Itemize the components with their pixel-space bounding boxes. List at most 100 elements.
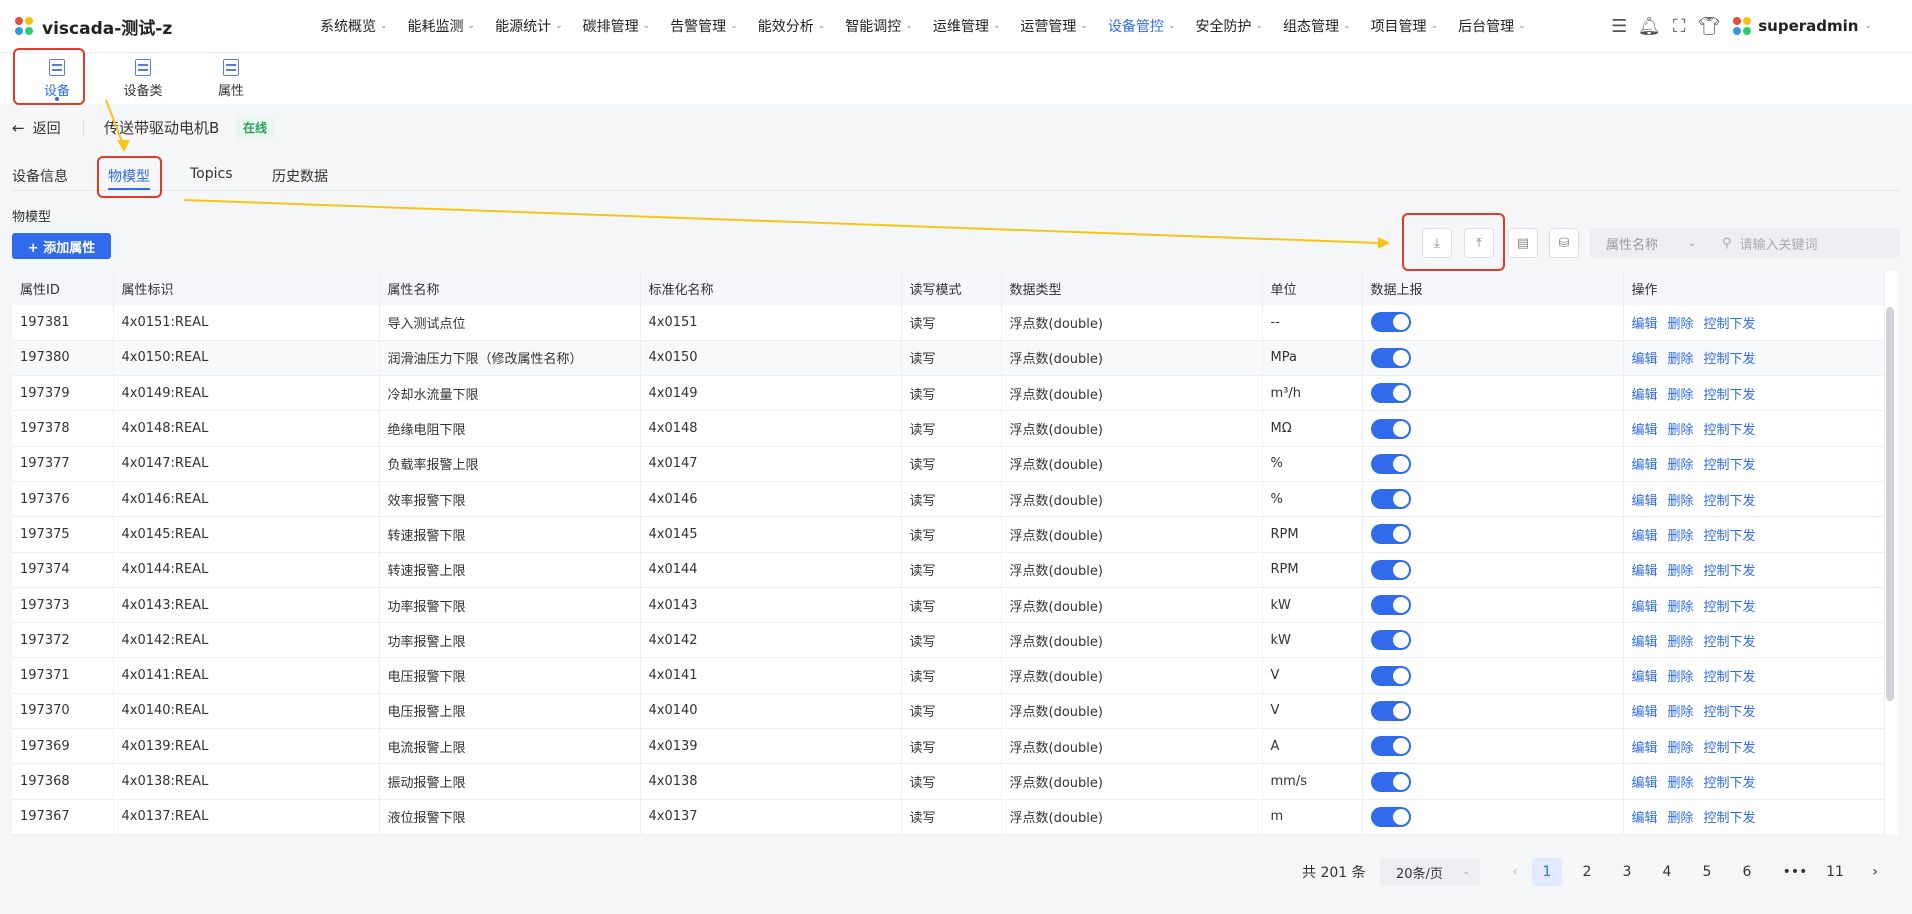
delete-link[interactable]: 删除 <box>1668 564 1694 579</box>
table-row[interactable]: 197374 4x0144:REAL 转速报警上限 4x0144 读写 浮点数(doubl… <box>12 552 1885 588</box>
attribute-filter-select[interactable]: 属性名称 ⌄ <box>1590 228 1708 258</box>
delete-link[interactable]: 删除 <box>1668 741 1694 756</box>
page-button[interactable]: 4 <box>1652 858 1682 886</box>
edit-link[interactable]: 编辑 <box>1632 741 1658 756</box>
back-button[interactable]: ← 返回 <box>12 118 61 138</box>
delete-link[interactable]: 删除 <box>1668 388 1694 403</box>
control-issue-link[interactable]: 控制下发 <box>1704 458 1756 473</box>
delete-link[interactable]: 删除 <box>1668 600 1694 615</box>
edit-link[interactable]: 编辑 <box>1632 564 1658 579</box>
page-ellipsis[interactable]: ••• <box>1780 858 1810 886</box>
database-button[interactable]: ⛁ <box>1549 228 1579 258</box>
page-button[interactable]: 1 <box>1532 858 1562 886</box>
table-row[interactable]: 197379 4x0149:REAL 冷却水流量下限 4x0149 读写 浮点数(doub… <box>12 375 1885 412</box>
table-row[interactable]: 197375 4x0145:REAL 转速报警下限 4x0145 读写 浮点数(doubl… <box>12 516 1885 553</box>
edit-link[interactable]: 编辑 <box>1632 494 1658 509</box>
table-row[interactable]: 197370 4x0140:REAL 电压报警上限 4x0140 读写 浮点数(doubl… <box>12 693 1885 730</box>
delete-link[interactable]: 删除 <box>1668 352 1694 367</box>
control-issue-link[interactable]: 控制下发 <box>1704 564 1756 579</box>
page-button[interactable]: 3 <box>1612 858 1642 886</box>
report-toggle[interactable] <box>1370 559 1411 580</box>
table-row[interactable]: 197376 4x0146:REAL 效率报警下限 4x0146 读写 浮点数(doubl… <box>12 481 1885 518</box>
control-issue-link[interactable]: 控制下发 <box>1704 776 1756 791</box>
control-issue-link[interactable]: 控制下发 <box>1704 317 1756 332</box>
table-row[interactable]: 197367 4x0137:REAL 液位报警下限 4x0137 读写 浮点数(doubl… <box>12 799 1885 835</box>
subnav-item-device-class[interactable]: 设备类 <box>108 53 178 105</box>
nav-item-12[interactable]: 项目管理 ⌄ <box>1371 16 1439 36</box>
nav-item-10[interactable]: 安全防护 ⌄ <box>1195 16 1263 36</box>
control-issue-link[interactable]: 控制下发 <box>1704 352 1756 367</box>
edit-link[interactable]: 编辑 <box>1632 670 1658 685</box>
control-issue-link[interactable]: 控制下发 <box>1704 529 1756 544</box>
report-toggle[interactable] <box>1370 595 1411 616</box>
table-row[interactable]: 197380 4x0150:REAL 润滑油压力下限（修改属性名称） 4x0150 读写… <box>12 340 1885 377</box>
edit-link[interactable]: 编辑 <box>1632 317 1658 332</box>
control-issue-link[interactable]: 控制下发 <box>1704 705 1756 720</box>
table-row[interactable]: 197378 4x0148:REAL 绝缘电阻下限 4x0148 读写 浮点数(doubl… <box>12 410 1885 447</box>
edit-link[interactable]: 编辑 <box>1632 458 1658 473</box>
search-input[interactable]: ⚲ 请输入关键词 <box>1708 228 1900 258</box>
report-toggle[interactable] <box>1370 489 1411 510</box>
tab-device-info[interactable]: 设备信息 <box>12 166 68 186</box>
nav-item-4[interactable]: 告警管理 ⌄ <box>670 16 738 36</box>
report-toggle[interactable] <box>1370 771 1411 792</box>
control-issue-link[interactable]: 控制下发 <box>1704 494 1756 509</box>
report-toggle[interactable] <box>1370 312 1411 333</box>
theme-shirt-icon[interactable]: 👕︎ <box>1694 11 1724 41</box>
report-toggle[interactable] <box>1370 806 1411 827</box>
report-toggle[interactable] <box>1370 383 1411 404</box>
report-toggle[interactable] <box>1370 418 1411 439</box>
delete-link[interactable]: 删除 <box>1668 423 1694 438</box>
report-toggle[interactable] <box>1370 347 1411 368</box>
report-toggle[interactable] <box>1370 630 1411 651</box>
control-issue-link[interactable]: 控制下发 <box>1704 423 1756 438</box>
delete-link[interactable]: 删除 <box>1668 705 1694 720</box>
edit-link[interactable]: 编辑 <box>1632 423 1658 438</box>
report-toggle[interactable] <box>1370 665 1411 686</box>
table-row[interactable]: 197368 4x0138:REAL 振动报警上限 4x0138 读写 浮点数(doubl… <box>12 763 1885 800</box>
control-issue-link[interactable]: 控制下发 <box>1704 388 1756 403</box>
page-size-select[interactable]: 20条/页 ⌄ <box>1380 858 1480 886</box>
document-button[interactable]: ▤ <box>1508 228 1538 258</box>
report-toggle[interactable] <box>1370 524 1411 545</box>
table-row[interactable]: 197369 4x0139:REAL 电流报警上限 4x0139 读写 浮点数(doubl… <box>12 728 1885 765</box>
control-issue-link[interactable]: 控制下发 <box>1704 741 1756 756</box>
edit-link[interactable]: 编辑 <box>1632 705 1658 720</box>
nav-item-6[interactable]: 智能调控 ⌄ <box>845 16 913 36</box>
nav-item-3[interactable]: 碳排管理 ⌄ <box>583 16 651 36</box>
report-toggle[interactable] <box>1370 453 1411 474</box>
delete-link[interactable]: 删除 <box>1668 635 1694 650</box>
edit-link[interactable]: 编辑 <box>1632 776 1658 791</box>
nav-item-0[interactable]: 系统概览 ⌄ <box>320 16 388 36</box>
page-button[interactable]: 2 <box>1572 858 1602 886</box>
table-scrollbar[interactable] <box>1886 307 1894 701</box>
page-button[interactable]: 11 <box>1820 858 1850 886</box>
delete-link[interactable]: 删除 <box>1668 494 1694 509</box>
nav-item-9[interactable]: 设备管控 ⌄ <box>1108 16 1176 36</box>
subnav-item-attribute[interactable]: 属性 <box>196 53 266 105</box>
add-attribute-button[interactable]: + 添加属性 <box>12 233 111 259</box>
nav-item-11[interactable]: 组态管理 ⌄ <box>1283 16 1351 36</box>
tab-topics[interactable]: Topics <box>190 166 233 182</box>
control-issue-link[interactable]: 控制下发 <box>1704 635 1756 650</box>
edit-link[interactable]: 编辑 <box>1632 811 1658 826</box>
delete-link[interactable]: 删除 <box>1668 529 1694 544</box>
control-issue-link[interactable]: 控制下发 <box>1704 670 1756 685</box>
report-toggle[interactable] <box>1370 736 1411 757</box>
nav-item-13[interactable]: 后台管理 ⌄ <box>1458 16 1526 36</box>
delete-link[interactable]: 删除 <box>1668 811 1694 826</box>
next-page-button[interactable]: › <box>1860 858 1890 886</box>
edit-link[interactable]: 编辑 <box>1632 352 1658 367</box>
user-menu[interactable]: superadmin ⌄ <box>1732 16 1872 36</box>
page-button[interactable]: 5 <box>1692 858 1722 886</box>
nav-item-1[interactable]: 能耗监测 ⌄ <box>408 16 476 36</box>
app-logo[interactable]: viscada-测试-z <box>14 14 294 39</box>
tab-history-data[interactable]: 历史数据 <box>272 166 328 186</box>
delete-link[interactable]: 删除 <box>1668 317 1694 332</box>
prev-page-button[interactable]: ‹ <box>1500 858 1530 886</box>
control-issue-link[interactable]: 控制下发 <box>1704 600 1756 615</box>
table-row[interactable]: 197381 4x0151:REAL 导入测试点位 4x0151 读写 浮点数(doubl… <box>12 305 1885 341</box>
delete-link[interactable]: 删除 <box>1668 776 1694 791</box>
delete-link[interactable]: 删除 <box>1668 458 1694 473</box>
edit-link[interactable]: 编辑 <box>1632 388 1658 403</box>
